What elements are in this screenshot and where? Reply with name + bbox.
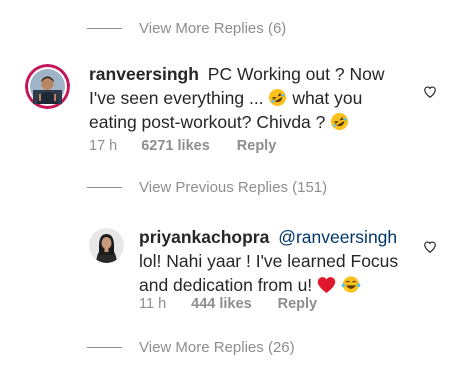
like-heart-icon[interactable] — [423, 240, 437, 254]
comment-ranveersingh: ranveersingh PC Working out ? Now I've s… — [89, 62, 399, 134]
comment-timestamp: 11 h — [139, 296, 167, 312]
comment-priyankachopra: priyankachopra @ranveersingh lol! Nahi y… — [139, 225, 414, 297]
view-more-replies-bottom[interactable]: View More Replies (26) — [87, 339, 295, 356]
reply-button[interactable]: Reply — [237, 138, 277, 154]
replies-divider-line — [87, 28, 122, 29]
view-more-replies-label[interactable]: View More Replies (26) — [139, 339, 295, 356]
avatar-ranveersingh[interactable] — [25, 64, 70, 109]
comment-mention-link[interactable]: @ranveersingh — [278, 227, 397, 247]
comment-username[interactable]: ranveersingh — [89, 64, 199, 84]
comment-likes-count[interactable]: 444 likes — [191, 296, 251, 312]
like-heart-icon[interactable] — [423, 85, 437, 99]
comment-meta-priyankachopra: 11 h 444 likes Reply — [139, 296, 317, 312]
avatar-priyankachopra[interactable] — [89, 228, 124, 263]
view-more-replies-top[interactable]: View More Replies (6) — [87, 20, 286, 37]
comment-meta-ranveersingh: 17 h 6271 likes Reply — [89, 138, 276, 154]
rolling-on-floor-laughing-icon — [268, 88, 287, 107]
comment-timestamp: 17 h — [89, 138, 118, 154]
replies-divider-line — [87, 187, 122, 188]
view-previous-replies[interactable]: View Previous Replies (151) — [87, 179, 327, 196]
view-previous-replies-label[interactable]: View Previous Replies (151) — [139, 179, 327, 196]
red-heart-icon — [317, 276, 336, 294]
view-more-replies-label[interactable]: View More Replies (6) — [139, 20, 286, 37]
replies-divider-line — [87, 347, 122, 348]
reply-button[interactable]: Reply — [278, 296, 318, 312]
tears-of-joy-icon — [341, 275, 361, 294]
rolling-on-floor-laughing-icon — [330, 112, 349, 131]
comment-likes-count[interactable]: 6271 likes — [141, 138, 210, 154]
comment-username[interactable]: priyankachopra — [139, 227, 269, 247]
